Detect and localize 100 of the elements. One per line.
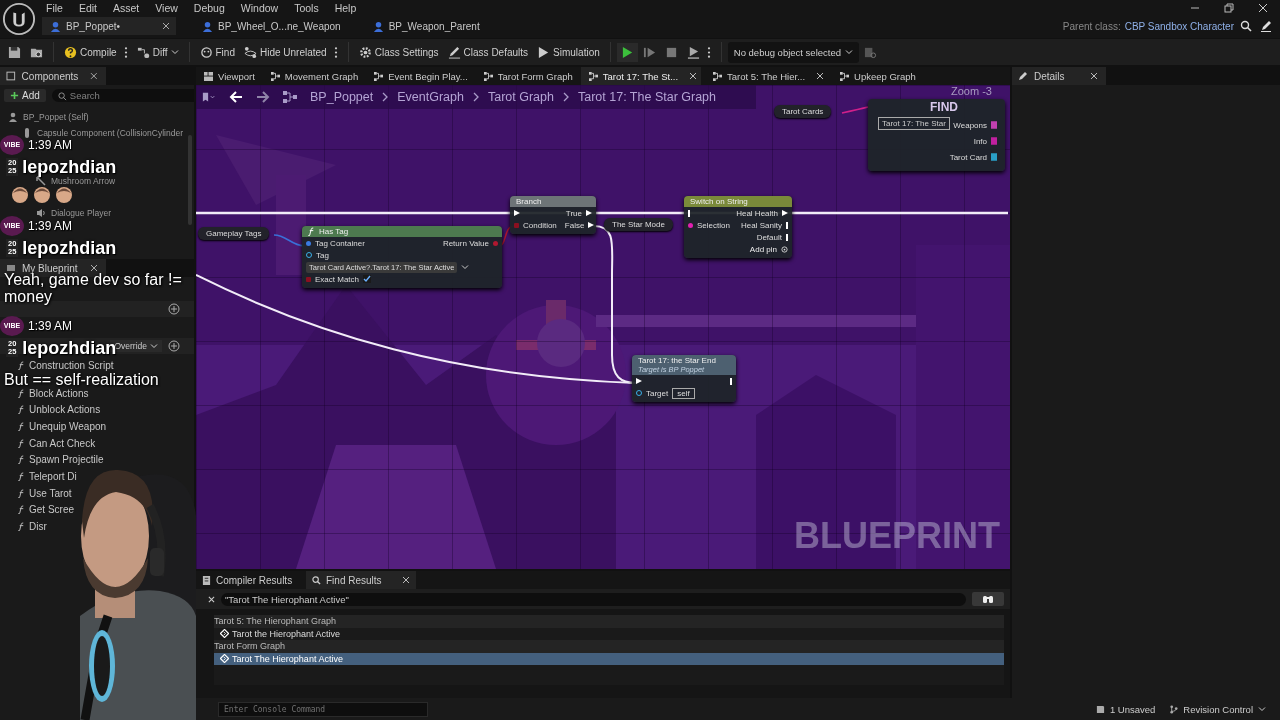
- function-item[interactable]: Block Actions: [29, 387, 89, 399]
- graph-icon: [374, 71, 384, 81]
- toolbar-button[interactable]: Find: [195, 42, 239, 62]
- graph-tab[interactable]: Event Begin Play...: [366, 67, 472, 85]
- menu-item[interactable]: Edit: [74, 2, 106, 14]
- result-group[interactable]: Tarot 5: The Hierophant Graph: [214, 615, 1004, 628]
- function-icon: [18, 388, 25, 398]
- component-item[interactable]: Capsule Component (CollisionCylinder: [37, 128, 183, 138]
- parent-class-link[interactable]: CBP Sandbox Character: [1124, 20, 1234, 32]
- function-icon: [18, 455, 25, 465]
- person-icon: [50, 20, 61, 32]
- function-item[interactable]: Unblock Actions: [29, 404, 101, 416]
- toolbar-button[interactable]: Compile: [60, 42, 132, 62]
- toolbar-button[interactable]: Diff: [132, 42, 183, 62]
- graph-tab[interactable]: Tarot 17: The St...: [580, 67, 702, 85]
- function-item[interactable]: Get Scree: [29, 504, 75, 516]
- component-icon: [6, 71, 16, 81]
- component-item[interactable]: Mushroom Arrow: [51, 176, 116, 186]
- revision-control-menu[interactable]: Revision Control: [1169, 703, 1266, 715]
- person-icon: [202, 20, 213, 32]
- browse-icon[interactable]: [864, 45, 877, 59]
- component-item[interactable]: Dialogue Player: [51, 208, 111, 218]
- person-icon: [372, 20, 384, 32]
- plus-icon: [10, 90, 19, 100]
- toolbar-button[interactable]: Class Settings: [354, 42, 443, 62]
- asset-tab[interactable]: BP_Wheel_O...ne_Weapon: [194, 17, 347, 35]
- pencil-icon: [447, 45, 461, 59]
- gear-icon: [358, 45, 372, 59]
- function-icon: [18, 421, 25, 431]
- function-icon: [18, 405, 25, 415]
- chat-time: 1:39 AM: [28, 319, 73, 333]
- toolbar-button[interactable]: Simulation: [533, 42, 604, 62]
- panel-tab[interactable]: Find Results: [306, 571, 416, 589]
- menu-item[interactable]: View: [151, 2, 187, 14]
- details-tab[interactable]: Details: [1012, 67, 1106, 85]
- search-icon[interactable]: [1240, 20, 1252, 32]
- graph-icon: [840, 71, 850, 81]
- graph-tab[interactable]: Tarot Form Graph: [475, 67, 577, 85]
- clear-icon[interactable]: [208, 595, 215, 603]
- function-icon: [18, 438, 25, 448]
- toolbar-button[interactable]: Hide Unrelated: [239, 42, 342, 62]
- more-icon[interactable]: [123, 45, 128, 59]
- console-input[interactable]: Enter Console Command: [218, 701, 428, 717]
- menu-item[interactable]: File: [42, 2, 72, 14]
- graph-tab[interactable]: Tarot 5: The Hier...: [705, 67, 829, 85]
- toolbar-button[interactable]: Class Defaults: [443, 42, 533, 62]
- emote-icon: [10, 185, 30, 205]
- floppy-icon: [1095, 704, 1105, 714]
- event-icon: [220, 629, 229, 639]
- add-button[interactable]: Add: [4, 88, 46, 102]
- function-item[interactable]: Construction Script: [29, 359, 114, 371]
- graph-icon: [483, 71, 493, 81]
- search-field[interactable]: Search: [51, 88, 194, 102]
- function-item[interactable]: Teleport Di: [29, 470, 77, 482]
- function-item[interactable]: Disr: [29, 521, 47, 533]
- person-icon: [8, 112, 18, 122]
- floppy-icon: [8, 45, 21, 59]
- caret-icon: [1258, 705, 1266, 713]
- close-icon[interactable]: [1257, 2, 1269, 14]
- function-icon: [18, 360, 25, 370]
- menu-item[interactable]: Debug: [189, 2, 234, 14]
- function-item[interactable]: Use Tarot: [29, 487, 72, 499]
- function-item[interactable]: Spawn Projectile: [29, 454, 104, 466]
- restore-icon[interactable]: [1223, 2, 1235, 14]
- graph-tab[interactable]: Movement Graph: [262, 67, 363, 85]
- asset-tab[interactable]: BP_Weapon_Parent: [364, 17, 499, 35]
- function-icon: [18, 522, 25, 532]
- play-button[interactable]: [616, 42, 638, 62]
- more-icon[interactable]: [333, 45, 338, 59]
- result-group[interactable]: Tarot Form Graph: [214, 640, 1004, 653]
- function-item[interactable]: Unequip Weapon: [29, 420, 107, 432]
- debug-object-dropdown[interactable]: No debug object selected: [727, 41, 859, 63]
- result-item[interactable]: Tarot the Hierophant Active: [214, 627, 1004, 640]
- graph-tab[interactable]: Viewport: [196, 67, 259, 85]
- menu-item[interactable]: Asset: [109, 2, 149, 14]
- menu-item[interactable]: Window: [236, 2, 288, 14]
- menu-item[interactable]: Help: [330, 2, 366, 14]
- branch-icon: [1169, 704, 1179, 714]
- chat-message: But == self-realization: [3, 371, 159, 388]
- pencil-icon[interactable]: [1260, 20, 1272, 32]
- stop-icon: [664, 45, 678, 59]
- components-tab[interactable]: Components: [0, 67, 106, 85]
- graph-tab[interactable]: Upkeep Graph: [832, 67, 920, 85]
- add-icon[interactable]: [168, 303, 180, 315]
- question-icon: [64, 45, 77, 59]
- emote-icon: [32, 185, 52, 205]
- event-icon: [220, 654, 229, 664]
- search-field[interactable]: "Tarot The Hierophant Active": [221, 592, 966, 606]
- function-item[interactable]: Can Act Check: [29, 437, 96, 449]
- panel-tab[interactable]: Compiler Results: [196, 571, 306, 589]
- asset-tab[interactable]: BP_Poppet•: [42, 17, 176, 35]
- component-item[interactable]: BP_Poppet (Self): [23, 112, 89, 122]
- parent-class-label: Parent class:: [1062, 20, 1121, 32]
- find-button[interactable]: [972, 592, 1004, 606]
- menu-item[interactable]: Tools: [290, 2, 328, 14]
- step-icon: [642, 45, 656, 59]
- unsaved-indicator[interactable]: 1 Unsaved: [1095, 703, 1156, 715]
- function-icon: [18, 488, 25, 498]
- add-icon[interactable]: [168, 340, 180, 352]
- caret-icon: [845, 48, 853, 56]
